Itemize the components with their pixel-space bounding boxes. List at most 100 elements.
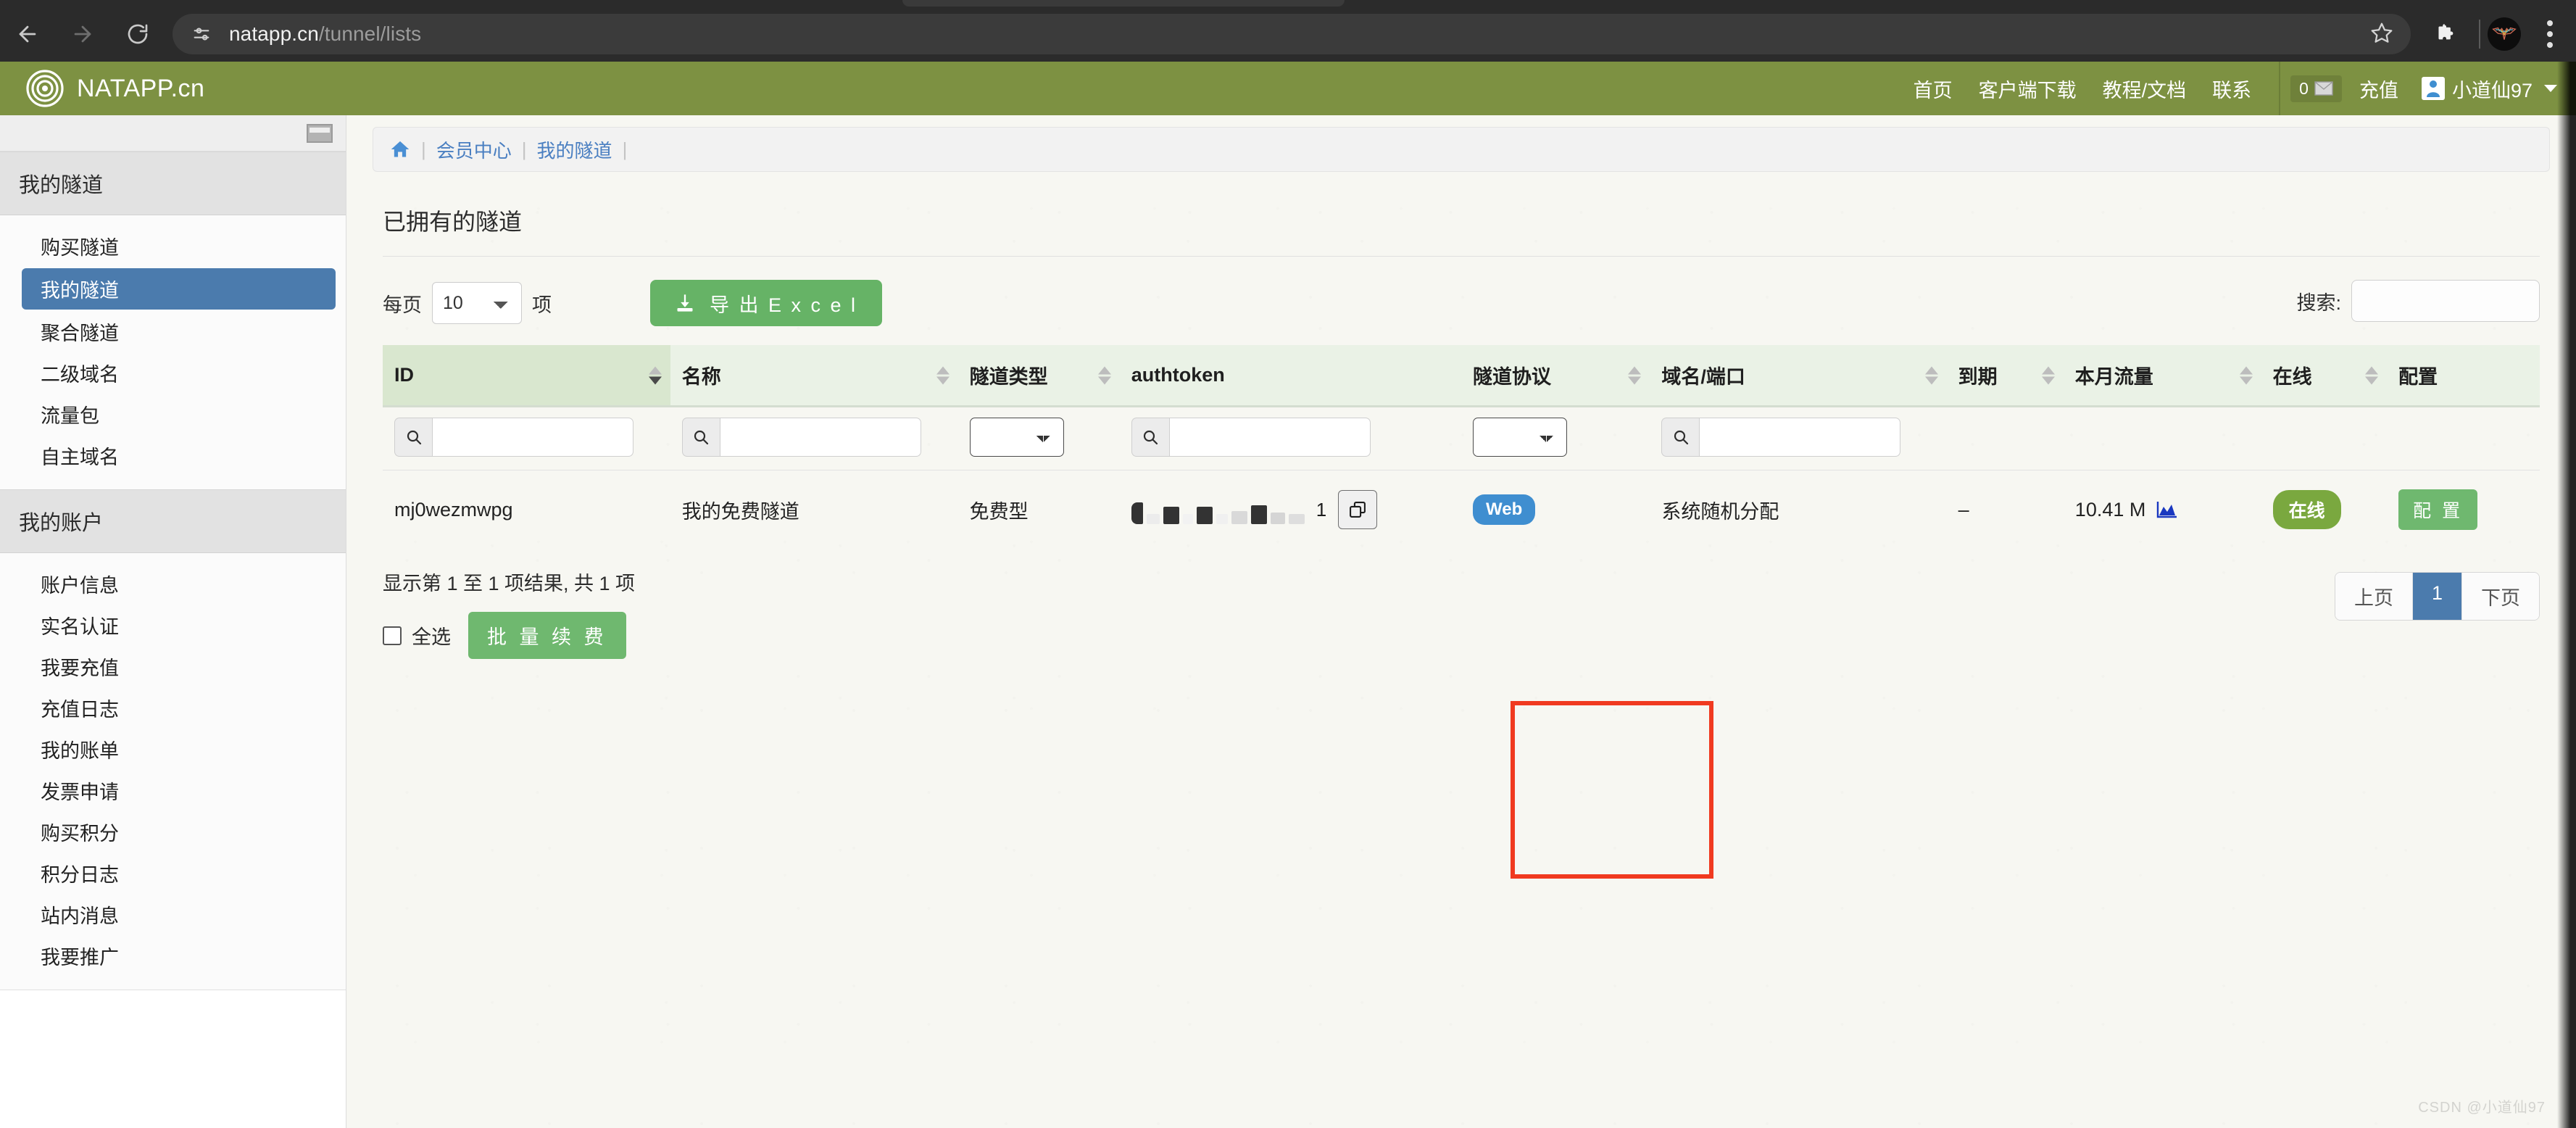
- forward-arrow-icon[interactable]: [55, 7, 110, 62]
- main-content: | 会员中心 | 我的隧道 | 已拥有的隧道 每页 10 25 50 100: [346, 115, 2576, 1128]
- column-label: 隧道类型: [969, 366, 1048, 388]
- sidebar-group-title-tunnels: 我的隧道: [0, 152, 346, 215]
- sidebar-item-recharge[interactable]: 我要充值: [0, 646, 346, 687]
- reload-icon[interactable]: [110, 7, 165, 62]
- filter-input-domain[interactable]: [1699, 418, 1901, 457]
- table-footer: 显示第 1 至 1 项结果, 共 1 项 全选 批 量 续 费 上页 1 下页: [383, 568, 2540, 662]
- column-header-name[interactable]: 名称: [670, 345, 958, 407]
- nav-item-docs[interactable]: 教程/文档: [2090, 62, 2200, 115]
- filter-input-authtoken[interactable]: [1168, 418, 1371, 457]
- nav-item-home[interactable]: 首页: [1900, 62, 1966, 115]
- results-info: 显示第 1 至 1 项结果, 共 1 项: [383, 573, 636, 594]
- filter-input-id[interactable]: [432, 418, 633, 457]
- search-icon: [394, 418, 432, 457]
- three-dot-menu-icon[interactable]: [2524, 7, 2576, 62]
- column-label: ID: [394, 364, 414, 386]
- page-length-suffix: 项: [532, 294, 552, 316]
- filter-select-tunnel-type[interactable]: [969, 418, 1064, 457]
- sidebar-filler: [0, 990, 346, 1128]
- sidebar-item-invoice-request[interactable]: 发票申请: [0, 770, 346, 811]
- sidebar-item-buy-points[interactable]: 购买积分: [0, 811, 346, 853]
- sort-arrows-icon: [1924, 366, 1938, 384]
- sidebar-toggle-row: [0, 115, 346, 152]
- cell-id: mj0wezmwpg: [383, 470, 670, 549]
- cell-name: 我的免费隧道: [670, 470, 958, 549]
- sort-arrows-icon: [1628, 366, 1642, 384]
- page-length-control: 每页 10 25 50 100 项: [383, 282, 552, 324]
- traffic-value-wrap: 10.41 M: [2075, 499, 2251, 521]
- sidebar-item-recharge-log[interactable]: 充值日志: [0, 687, 346, 729]
- sidebar-item-promotion[interactable]: 我要推广: [0, 935, 346, 976]
- page-length-select[interactable]: 10 25 50 100: [432, 282, 522, 324]
- export-excel-label: 导 出 E x c e l: [710, 294, 858, 316]
- body: 我的隧道 购买隧道 我的隧道 聚合隧道 二级域名 流量包 自主域名 我的账户 账…: [0, 115, 2576, 1128]
- search-input[interactable]: [2351, 280, 2540, 322]
- site-nav: 首页 客户端下载 教程/文档 联系 0 充值 小道仙97: [1900, 62, 2576, 115]
- recharge-link[interactable]: 充值: [2346, 62, 2411, 115]
- pagination-page-1[interactable]: 1: [2412, 573, 2462, 620]
- column-header-expire[interactable]: 到期: [1946, 345, 2064, 407]
- sidebar-item-my-tunnel[interactable]: 我的隧道: [22, 268, 336, 310]
- pagination-next[interactable]: 下页: [2462, 573, 2539, 620]
- column-header-domain-port[interactable]: 域名/端口: [1650, 345, 1947, 407]
- cell-expire: –: [1946, 470, 2064, 549]
- browser-chrome: natapp.cn/tunnel/lists: [0, 0, 2576, 62]
- address-bar[interactable]: natapp.cn/tunnel/lists: [173, 14, 2411, 54]
- sidebar-item-aggregate-tunnel[interactable]: 聚合隧道: [0, 311, 346, 352]
- column-header-monthly-traffic[interactable]: 本月流量: [2063, 345, 2261, 407]
- select-all-checkbox[interactable]: [383, 626, 402, 645]
- authtoken-highlight-box: [1511, 701, 1713, 879]
- sidebar-item-subdomain[interactable]: 二级域名: [0, 352, 346, 394]
- sidebar-item-traffic-pack[interactable]: 流量包: [0, 394, 346, 435]
- filter-select-protocol[interactable]: [1473, 418, 1567, 457]
- sidebar-item-account-info[interactable]: 账户信息: [0, 563, 346, 605]
- column-label: 本月流量: [2074, 366, 2153, 388]
- nav-item-contact[interactable]: 联系: [2199, 62, 2264, 115]
- nav-item-client-download[interactable]: 客户端下载: [1966, 62, 2090, 115]
- column-label: 隧道协议: [1473, 366, 1551, 388]
- cell-tunnel-type: 免费型: [957, 470, 1120, 549]
- sidebar-collapse-icon[interactable]: [307, 123, 333, 143]
- traffic-value: 10.41 M: [2074, 498, 2146, 521]
- sidebar-item-points-log[interactable]: 积分日志: [0, 853, 346, 894]
- breadcrumb-item-member-center[interactable]: 会员中心: [436, 136, 512, 163]
- copy-icon[interactable]: [1338, 490, 1378, 529]
- bulk-renew-button[interactable]: 批 量 续 费: [468, 612, 626, 659]
- config-button[interactable]: 配 置: [2398, 489, 2478, 530]
- star-icon[interactable]: [2370, 21, 2398, 48]
- messages-button[interactable]: 0: [2290, 75, 2342, 102]
- sort-arrows-icon: [2239, 366, 2253, 384]
- brand-logo-link[interactable]: NATAPP.cn: [0, 70, 204, 107]
- sidebar-item-realname-auth[interactable]: 实名认证: [0, 605, 346, 646]
- back-arrow-icon[interactable]: [0, 7, 55, 62]
- column-label: 到期: [1958, 366, 1998, 388]
- column-header-online[interactable]: 在线: [2261, 345, 2388, 407]
- extensions-puzzle-icon[interactable]: [2421, 7, 2472, 62]
- profile-avatar[interactable]: [2488, 17, 2521, 51]
- tunnels-table: ID 名称 隧道类型 authtoken 隧道协议 域名/端口 到期 本月流量 …: [383, 345, 2540, 549]
- table-controls: 每页 10 25 50 100 项 导 出 E x c e l: [383, 277, 2540, 329]
- filter-cell-protocol: [1461, 407, 1650, 470]
- site-settings-icon[interactable]: [186, 18, 217, 50]
- column-header-protocol[interactable]: 隧道协议: [1461, 345, 1650, 407]
- breadcrumb-item-my-tunnel[interactable]: 我的隧道: [537, 136, 612, 163]
- export-excel-button[interactable]: 导 出 E x c e l: [650, 280, 883, 326]
- filter-input-name[interactable]: [719, 418, 921, 457]
- column-header-id[interactable]: ID: [383, 345, 670, 407]
- column-label: authtoken: [1131, 364, 1225, 386]
- breadcrumb-separator: |: [521, 138, 527, 160]
- column-header-tunnel-type[interactable]: 隧道类型: [957, 345, 1120, 407]
- sidebar-item-buy-tunnel[interactable]: 购买隧道: [0, 225, 346, 267]
- column-header-authtoken[interactable]: authtoken: [1119, 345, 1461, 407]
- brand-text: NATAPP.cn: [77, 74, 205, 102]
- pagination-prev[interactable]: 上页: [2335, 573, 2413, 620]
- user-menu[interactable]: 小道仙97: [2411, 75, 2576, 103]
- sidebar-group-title-account: 我的账户: [0, 489, 346, 553]
- area-chart-icon[interactable]: [2156, 500, 2177, 519]
- sidebar: 我的隧道 购买隧道 我的隧道 聚合隧道 二级域名 流量包 自主域名 我的账户 账…: [0, 115, 346, 1128]
- envelope-icon: [2314, 81, 2333, 96]
- home-icon[interactable]: [389, 139, 411, 159]
- sidebar-item-my-bills[interactable]: 我的账单: [0, 729, 346, 770]
- sidebar-item-site-messages[interactable]: 站内消息: [0, 894, 346, 935]
- sidebar-item-custom-domain[interactable]: 自主域名: [0, 435, 346, 476]
